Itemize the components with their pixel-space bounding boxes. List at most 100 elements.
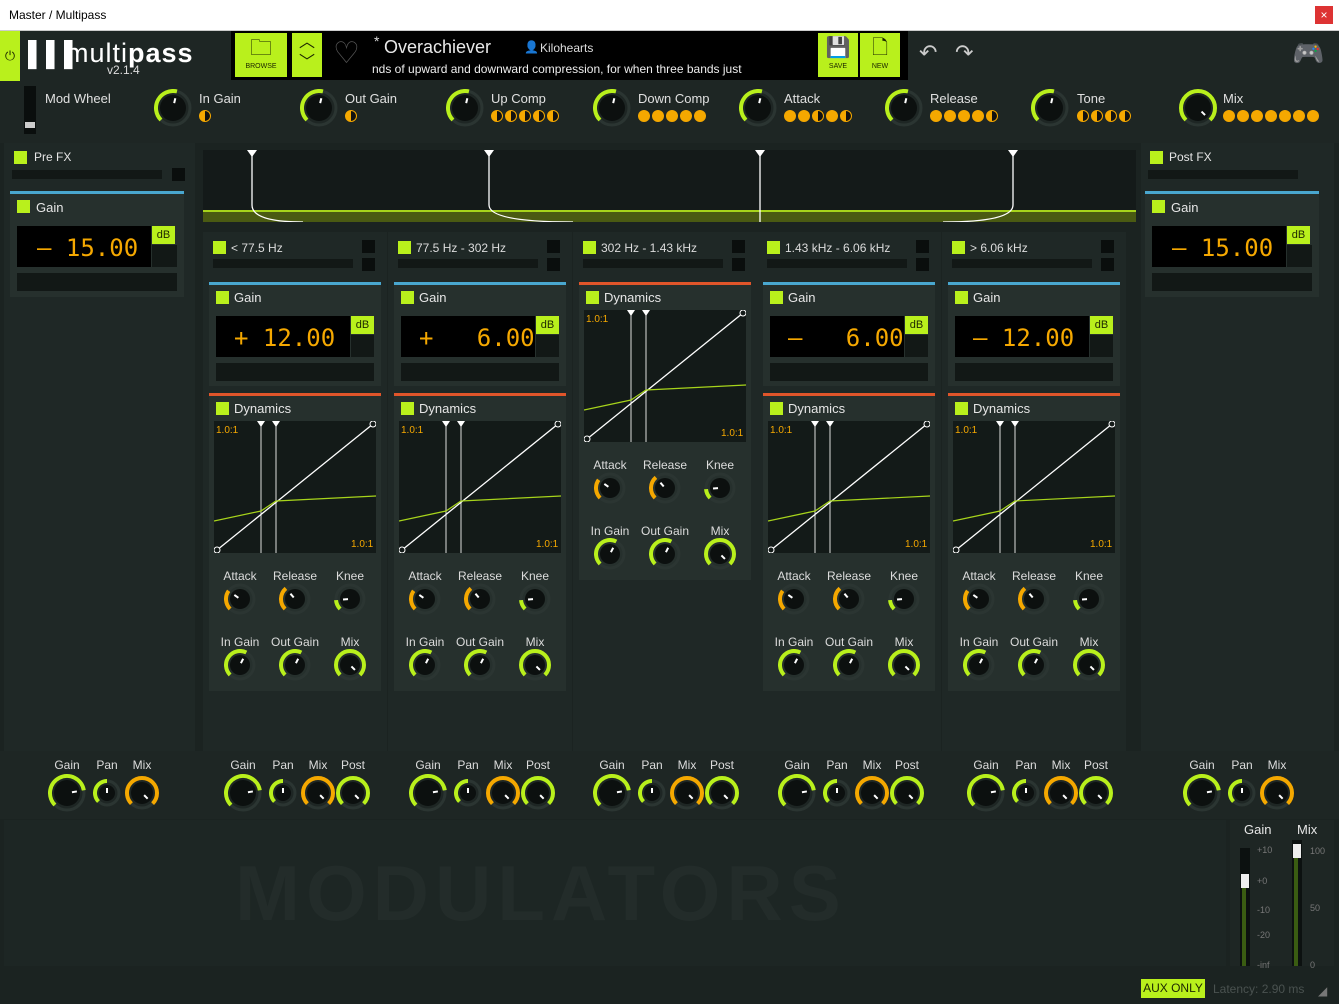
knee-knob-0[interactable] [334,583,366,615]
band-strip-post-knob-4[interactable] [1079,776,1113,810]
in-gain-knob-1[interactable] [409,649,441,681]
postfx-enable-checkbox[interactable] [1150,151,1163,164]
band-strip-mix-knob-3[interactable] [855,776,889,810]
release-knob-2[interactable] [649,472,681,504]
macro-knob-8[interactable] [1179,89,1217,127]
attack-knob-0[interactable] [224,583,256,615]
aux-only-button[interactable]: AUX ONLY [1141,979,1205,998]
band-db-toggle-4[interactable]: dB [1090,316,1113,334]
crossover-display[interactable] [203,150,1136,222]
band-strip-gain-knob-1[interactable] [409,774,447,812]
browse-button[interactable]: 🗀 BROWSE [235,33,287,77]
dynamics-enable-1[interactable] [401,402,414,415]
new-button[interactable]: 🗋 NEW [860,33,900,77]
prefx-gain-display[interactable]: – 15.00 [17,226,151,267]
macro-knob-5[interactable] [739,89,777,127]
redo-icon[interactable]: ↷ [955,40,973,66]
prefx-enable-checkbox[interactable] [14,151,27,164]
band-strip-gain-knob-2[interactable] [593,774,631,812]
band-db-toggle-0[interactable]: dB [351,316,374,334]
band-strip-mix-knob-2[interactable] [670,776,704,810]
close-window-button[interactable]: × [1315,6,1333,24]
out-gain-knob-2[interactable] [649,538,681,570]
power-button[interactable]: ⏻ [0,31,20,81]
band-enable-3[interactable] [767,241,780,254]
in-gain-knob-3[interactable] [778,649,810,681]
band-gain-display-4[interactable]: – 12.00 [955,316,1089,357]
band-gain-display-0[interactable]: + 12.00 [216,316,350,357]
band-strip-mix-knob-0[interactable] [301,776,335,810]
band-mute-2[interactable] [732,258,745,271]
mod-wheel-slider[interactable] [24,86,36,134]
band-enable-0[interactable] [213,241,226,254]
preset-next-icon[interactable]: ﹀ [292,53,322,73]
preset-prev-icon[interactable]: ︿ [292,33,322,53]
mix-knob-3[interactable] [888,649,920,681]
prefx-gain-enable[interactable] [17,200,30,213]
mix-knob-4[interactable] [1073,649,1105,681]
knee-knob-1[interactable] [519,583,551,615]
dynamics-graph-2[interactable] [584,310,746,442]
prefx-strip-gain-knob[interactable] [48,774,86,812]
dynamics-enable-3[interactable] [770,402,783,415]
undo-icon[interactable]: ↶ [919,40,937,66]
band-strip-gain-knob-3[interactable] [778,774,816,812]
attack-knob-4[interactable] [963,583,995,615]
band-gain-enable-1[interactable] [401,291,414,304]
band-strip-post-knob-3[interactable] [890,776,924,810]
band-enable-1[interactable] [398,241,411,254]
macro-knob-3[interactable] [446,89,484,127]
mix-knob-0[interactable] [334,649,366,681]
band-enable-4[interactable] [952,241,965,254]
dynamics-enable-2[interactable] [586,291,599,304]
in-gain-knob-2[interactable] [594,538,626,570]
mix-knob-1[interactable] [519,649,551,681]
prefx-strip-pan-knob[interactable] [93,779,121,807]
band-solo-4[interactable] [1101,240,1114,253]
band-gain-display-1[interactable]: + 6.00 [401,316,535,357]
band-gain-enable-0[interactable] [216,291,229,304]
in-gain-knob-4[interactable] [963,649,995,681]
dynamics-graph-3[interactable] [768,421,930,553]
band-mute-1[interactable] [547,258,560,271]
band-gain-display-3[interactable]: – 6.00 [770,316,904,357]
out-gain-knob-4[interactable] [1018,649,1050,681]
band-gain-enable-4[interactable] [955,291,968,304]
dynamics-enable-0[interactable] [216,402,229,415]
macro-knob-7[interactable] [1031,89,1069,127]
macro-knob-6[interactable] [885,89,923,127]
dynamics-graph-1[interactable] [399,421,561,553]
band-solo-0[interactable] [362,240,375,253]
release-knob-4[interactable] [1018,583,1050,615]
band-strip-gain-knob-4[interactable] [967,774,1005,812]
mix-knob-2[interactable] [704,538,736,570]
output-mix-meter[interactable] [1292,840,1302,966]
postfx-db-toggle[interactable]: dB [1287,226,1310,244]
release-knob-3[interactable] [833,583,865,615]
band-mute-4[interactable] [1101,258,1114,271]
band-strip-post-knob-0[interactable] [336,776,370,810]
band-strip-pan-knob-3[interactable] [823,779,851,807]
band-strip-pan-knob-1[interactable] [454,779,482,807]
favorite-heart-icon[interactable]: ♡ [333,36,360,71]
attack-knob-1[interactable] [409,583,441,615]
postfx-strip-mix-knob[interactable] [1260,776,1294,810]
prefx-db-toggle[interactable]: dB [152,226,175,244]
band-strip-gain-knob-0[interactable] [224,774,262,812]
band-db-toggle-1[interactable]: dB [536,316,559,334]
band-mute-0[interactable] [362,258,375,271]
out-gain-knob-3[interactable] [833,649,865,681]
resize-grip-icon[interactable]: ◢ [1318,984,1327,998]
knee-knob-2[interactable] [704,472,736,504]
band-gain-enable-3[interactable] [770,291,783,304]
postfx-gain-display[interactable]: – 15.00 [1152,226,1286,267]
out-gain-knob-0[interactable] [279,649,311,681]
prefx-strip-mix-knob[interactable] [125,776,159,810]
band-solo-3[interactable] [916,240,929,253]
save-button[interactable]: 💾 SAVE [818,33,858,77]
macro-knob-4[interactable] [593,89,631,127]
band-strip-post-knob-2[interactable] [705,776,739,810]
band-strip-pan-knob-4[interactable] [1012,779,1040,807]
band-solo-1[interactable] [547,240,560,253]
dynamics-enable-4[interactable] [955,402,968,415]
